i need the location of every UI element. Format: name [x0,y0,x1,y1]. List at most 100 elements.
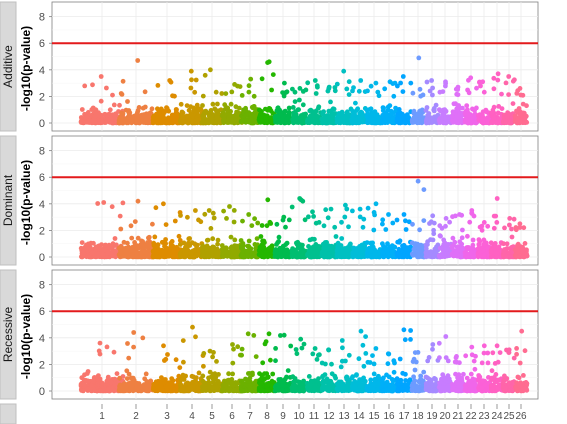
snp-point [295,115,301,121]
snp-point [120,78,126,84]
snp-point [311,214,316,219]
snp-point [262,253,268,259]
snp-point [208,226,214,231]
snp-point [289,204,295,210]
snp-point [508,119,513,125]
snp-point [453,101,458,107]
snp-point [178,101,184,107]
snp-point [172,218,178,224]
snp-point [240,218,245,224]
snp-point [356,245,362,251]
snp-point [97,247,102,253]
snp-point [178,213,183,218]
snp-point [350,88,355,94]
snp-point [167,120,172,126]
snp-point [273,254,279,259]
snp-point [331,106,337,112]
snp-peak-point [429,78,434,83]
snp-peak-point [232,82,238,87]
snp-point [215,237,221,243]
snp-point [368,248,373,254]
snp-point [503,118,509,124]
snp-peak-point [373,201,379,207]
snp-point [259,223,265,228]
snp-point [520,101,526,107]
snp-point [166,108,172,114]
snp-point [103,242,108,248]
snp-point [112,236,118,241]
snp-point [334,253,340,259]
snp-point [324,114,330,119]
snp-point [354,252,359,258]
snp-point [333,234,339,239]
snp-point [470,106,475,112]
snp-point [252,242,258,247]
snp-point [88,240,94,246]
snp-point [138,242,144,248]
snp-point [417,227,422,233]
snp-point [133,250,139,256]
snp-point [274,221,280,227]
snp-point [314,83,320,89]
snp-point [321,223,327,229]
snp-peak-point [517,86,523,91]
snp-point [365,205,371,211]
snp-point [426,120,432,126]
snp-point [153,253,159,259]
snp-point [110,92,115,98]
snp-point [300,102,306,108]
snp-peak-point [188,68,194,74]
snp-point [185,214,190,220]
y-tick-label: 0 [39,386,45,398]
snp-point [493,213,499,219]
snp-point [437,223,443,229]
snp-point [463,254,469,259]
snp-point [89,250,95,256]
snp-point [385,241,390,247]
snp-point [100,251,106,257]
snp-point [255,220,261,226]
y-tick-label: 6 [39,306,45,318]
snp-point [477,249,483,255]
snp-point [293,119,299,125]
snp-point [408,80,414,86]
snp-point [200,103,205,108]
snp-point [457,253,462,259]
snp-point [128,223,134,229]
snp-point [447,219,452,225]
snp-point [323,207,329,213]
snp-peak-point [297,86,303,91]
snp-point [214,115,220,121]
snp-point [266,247,272,253]
snp-point [206,120,212,126]
snp-point [368,254,374,260]
snp-point [297,242,303,248]
snp-point [286,110,292,115]
snp-point [134,118,140,124]
snp-point [214,250,220,255]
snp-point [200,249,205,255]
snp-point [207,253,212,259]
snp-point [118,91,124,96]
snp-peak-point [343,202,348,208]
snp-point [400,89,406,94]
snp-point [231,219,237,225]
snp-point [355,106,361,112]
snp-peak-point [265,197,271,203]
snp-point [325,215,331,221]
snp-point [154,118,160,124]
snp-point [470,242,476,248]
snp-point [129,235,135,241]
snp-point [211,215,217,221]
snp-point [499,106,505,111]
snp-peak-point [167,78,173,83]
snp-point [118,226,124,232]
snp-point [328,99,333,105]
snp-point [252,250,257,255]
snp-point [462,111,468,116]
snp-point [428,219,434,225]
snp-point [266,119,271,125]
snp-point [181,119,187,125]
snp-point [470,237,476,243]
snp-point [441,237,447,243]
